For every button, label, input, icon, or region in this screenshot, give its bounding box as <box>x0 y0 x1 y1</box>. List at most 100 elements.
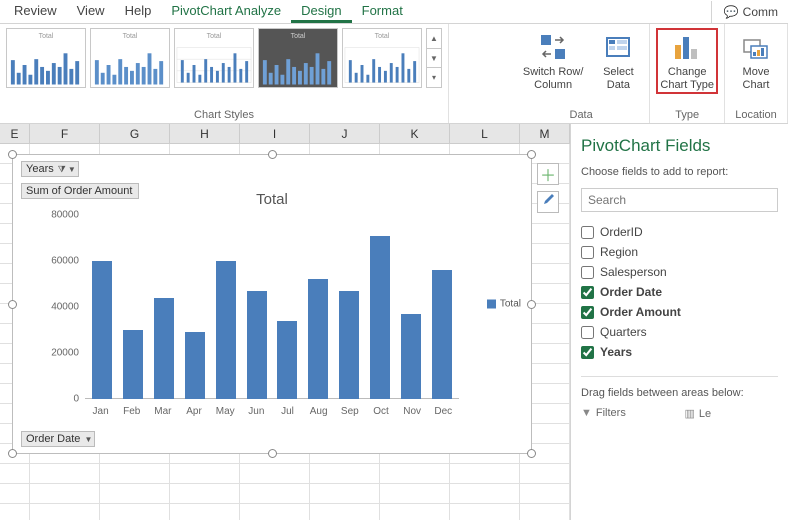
column-header[interactable]: M <box>520 124 570 144</box>
dropdown-icon: ▼ <box>85 435 93 444</box>
field-checkbox[interactable] <box>581 226 594 239</box>
field-checkbox[interactable] <box>581 306 594 319</box>
field-item[interactable]: OrderID <box>581 222 778 242</box>
gallery-up-icon[interactable]: ▲ <box>427 29 441 49</box>
y-axis: 020000400006000080000 <box>43 215 83 399</box>
chart-style-4[interactable]: Total <box>258 28 338 88</box>
field-search-input[interactable] <box>581 188 778 212</box>
tab-help[interactable]: Help <box>115 0 162 23</box>
change-chart-type-button[interactable]: Change Chart Type <box>656 28 718 94</box>
chart-legend[interactable]: Total <box>487 299 521 310</box>
gallery-down-icon[interactable]: ▼ <box>427 49 441 69</box>
chart-style-2[interactable]: Total <box>90 28 170 88</box>
field-item[interactable]: Years <box>581 342 778 362</box>
chart-bar[interactable] <box>216 261 236 399</box>
column-header[interactable]: J <box>310 124 380 144</box>
field-label: Region <box>600 245 638 259</box>
x-tick-label: Feb <box>122 406 142 417</box>
column-headers: EFGHIJKLM <box>0 124 570 144</box>
column-header[interactable]: L <box>450 124 520 144</box>
field-label: Order Amount <box>600 305 681 319</box>
chart-bar[interactable] <box>370 236 390 399</box>
resize-handle[interactable] <box>268 449 277 458</box>
resize-handle[interactable] <box>8 150 17 159</box>
column-header[interactable]: K <box>380 124 450 144</box>
comment-icon: 💬 <box>724 5 739 19</box>
pivot-chart[interactable]: Years ⧩ ▼ Sum of Order Amount Order Date… <box>12 154 532 454</box>
select-data-button[interactable]: Select Data <box>593 28 643 94</box>
drop-areas: ▼Filters ▥Le <box>581 407 778 420</box>
column-header[interactable]: G <box>100 124 170 144</box>
chart-bar[interactable] <box>339 291 359 399</box>
chart-style-3[interactable]: Total <box>174 28 254 88</box>
resize-handle[interactable] <box>527 300 536 309</box>
group-data: Switch Row/ Column Select Data Data <box>513 24 651 123</box>
x-tick-label: Apr <box>184 406 204 417</box>
chart-bar[interactable] <box>92 261 112 399</box>
y-tick-label: 20000 <box>51 348 79 359</box>
field-item[interactable]: Salesperson <box>581 262 778 282</box>
resize-handle[interactable] <box>527 150 536 159</box>
chart-style-5[interactable]: Total <box>342 28 422 88</box>
tab-format[interactable]: Format <box>352 0 413 23</box>
column-header[interactable]: F <box>30 124 100 144</box>
field-label: OrderID <box>600 225 643 239</box>
column-header[interactable]: E <box>0 124 30 144</box>
field-checkbox[interactable] <box>581 286 594 299</box>
field-list: OrderID Region Salesperson Order Date Order … <box>581 222 778 362</box>
resize-handle[interactable] <box>268 150 277 159</box>
column-header[interactable]: H <box>170 124 240 144</box>
y-tick-label: 80000 <box>51 210 79 221</box>
field-checkbox[interactable] <box>581 246 594 259</box>
tab-view[interactable]: View <box>67 0 115 23</box>
tab-pivotchart-analyze[interactable]: PivotChart Analyze <box>161 0 291 23</box>
field-label: Order Date <box>600 285 662 299</box>
chart-values-button[interactable]: Sum of Order Amount <box>21 183 139 199</box>
chart-bar[interactable] <box>432 270 452 399</box>
field-checkbox[interactable] <box>581 266 594 279</box>
chart-bar[interactable] <box>185 332 205 399</box>
comments-button[interactable]: 💬 Comm <box>711 1 782 23</box>
switch-row-column-button[interactable]: Switch Row/ Column <box>519 28 588 94</box>
move-chart-button[interactable]: Move Chart <box>731 28 781 94</box>
chart-axis-button[interactable]: Order Date ▼ <box>21 431 95 447</box>
chart-bar[interactable] <box>277 321 297 399</box>
legend-area[interactable]: ▥Le <box>685 407 779 420</box>
worksheet[interactable]: EFGHIJKLM Years ⧩ ▼ Sum of Order Amount … <box>0 124 570 520</box>
field-pane-title: PivotChart Fields <box>581 136 778 156</box>
chart-bar[interactable] <box>123 330 143 399</box>
field-checkbox[interactable] <box>581 346 594 359</box>
brush-icon <box>541 193 555 212</box>
field-item[interactable]: Quarters <box>581 322 778 342</box>
pivotchart-fields-pane: PivotChart Fields Choose fields to add t… <box>570 124 788 520</box>
column-header[interactable]: I <box>240 124 310 144</box>
select-data-icon <box>601 30 635 64</box>
group-label-chart-styles: Chart Styles <box>6 107 442 121</box>
field-label: Quarters <box>600 325 647 339</box>
chart-bar[interactable] <box>154 298 174 399</box>
resize-handle[interactable] <box>8 300 17 309</box>
gallery-more-icon[interactable]: ▾ <box>427 68 441 87</box>
filters-area[interactable]: ▼Filters <box>581 407 675 420</box>
chart-styles-button[interactable] <box>537 191 559 213</box>
x-tick-label: Dec <box>433 406 453 417</box>
chart-style-1[interactable]: Total <box>6 28 86 88</box>
resize-handle[interactable] <box>527 449 536 458</box>
field-checkbox[interactable] <box>581 326 594 339</box>
funnel-icon: ⧩ <box>58 164 66 175</box>
field-item[interactable]: Order Amount <box>581 302 778 322</box>
chart-filter-years[interactable]: Years ⧩ ▼ <box>21 161 79 177</box>
chart-bar[interactable] <box>308 279 328 399</box>
tab-design[interactable]: Design <box>291 0 351 23</box>
field-item[interactable]: Order Date <box>581 282 778 302</box>
y-tick-label: 60000 <box>51 256 79 267</box>
resize-handle[interactable] <box>8 449 17 458</box>
chart-bar[interactable] <box>401 314 421 399</box>
group-location: Move Chart Location <box>725 24 788 123</box>
field-item[interactable]: Region <box>581 242 778 262</box>
chart-bar[interactable] <box>247 291 267 399</box>
legend-swatch <box>487 300 496 309</box>
tab-review[interactable]: Review <box>4 0 67 23</box>
chart-elements-button[interactable]: ＋ <box>537 163 559 185</box>
group-chart-styles: Total Total Total Total Total <box>0 24 449 123</box>
